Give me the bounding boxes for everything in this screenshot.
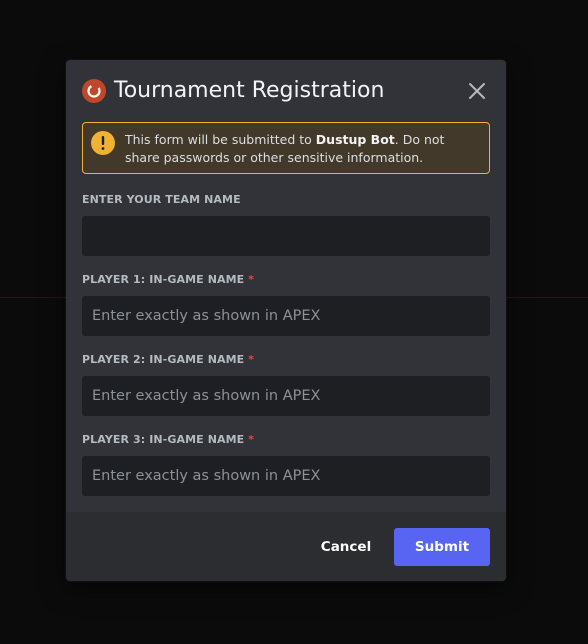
submit-button[interactable]: Submit — [394, 528, 490, 566]
exclamation-icon — [91, 131, 115, 155]
player-3-input[interactable] — [82, 456, 490, 496]
close-icon[interactable] — [464, 78, 490, 104]
registration-modal: Tournament Registration This form will b… — [66, 60, 506, 581]
bot-avatar-icon — [82, 79, 106, 103]
warning-banner: This form will be submitted to Dustup Bo… — [82, 122, 490, 174]
player-1-label: PLAYER 1: IN-GAME NAME * — [82, 273, 255, 286]
required-marker: * — [248, 353, 255, 366]
player-1-input[interactable] — [82, 296, 490, 336]
modal-header: Tournament Registration — [82, 76, 490, 106]
cancel-button[interactable]: Cancel — [306, 528, 386, 566]
player-2-label: PLAYER 2: IN-GAME NAME * — [82, 353, 255, 366]
required-marker: * — [248, 273, 255, 286]
player-3-label: PLAYER 3: IN-GAME NAME * — [82, 433, 255, 446]
required-marker: * — [248, 433, 255, 446]
bot-name: Dustup Bot — [315, 132, 395, 147]
modal-title: Tournament Registration — [114, 78, 385, 103]
player-2-input[interactable] — [82, 376, 490, 416]
team-name-label: ENTER YOUR TEAM NAME — [82, 193, 241, 206]
modal-footer: Cancel Submit — [66, 512, 506, 581]
warning-text: This form will be submitted to Dustup Bo… — [125, 132, 445, 165]
team-name-input[interactable] — [82, 216, 490, 256]
